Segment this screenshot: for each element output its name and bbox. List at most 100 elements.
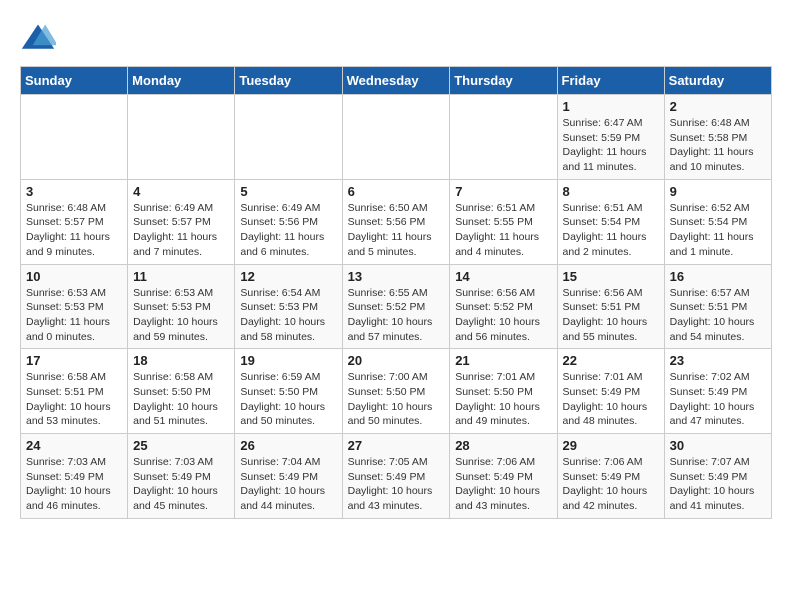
day-number: 3 [26,184,122,199]
weekday-header-friday: Friday [557,67,664,95]
day-info: Sunrise: 6:53 AM Sunset: 5:53 PM Dayligh… [133,286,229,345]
day-info: Sunrise: 6:58 AM Sunset: 5:50 PM Dayligh… [133,370,229,429]
week-row-1: 3Sunrise: 6:48 AM Sunset: 5:57 PM Daylig… [21,179,772,264]
day-info: Sunrise: 6:51 AM Sunset: 5:54 PM Dayligh… [563,201,659,260]
day-number: 28 [455,438,551,453]
day-cell: 19 Sunrise: 6:59 AM Sunset: 5:50 PM Dayli… [235,349,342,434]
day-info: Sunrise: 6:52 AM Sunset: 5:54 PM Dayligh… [670,201,766,260]
day-info: Sunrise: 6:59 AM Sunset: 5:50 PM Dayligh… [240,370,336,429]
week-row-0: 1 Sunrise: 6:47 AM Sunset: 5:59 PM Daylig… [21,95,772,180]
week-row-2: 10 Sunrise: 6:53 AM Sunset: 5:53 PM Dayli… [21,264,772,349]
logo [20,20,60,56]
day-info: Sunrise: 7:06 AM Sunset: 5:49 PM Dayligh… [455,455,551,514]
day-number: 26 [240,438,336,453]
day-info: Sunrise: 7:01 AM Sunset: 5:50 PM Dayligh… [455,370,551,429]
day-number: 24 [26,438,122,453]
day-number: 27 [348,438,445,453]
day-number: 22 [563,353,659,368]
day-cell: 10 Sunrise: 6:53 AM Sunset: 5:53 PM Dayli… [21,264,128,349]
day-number: 1 [563,99,659,114]
day-number: 10 [26,269,122,284]
day-info: Sunrise: 6:48 AM Sunset: 5:58 PM Dayligh… [670,116,766,175]
day-cell: 28 Sunrise: 7:06 AM Sunset: 5:49 PM Dayli… [450,434,557,519]
day-number: 7 [455,184,551,199]
day-info: Sunrise: 7:06 AM Sunset: 5:49 PM Dayligh… [563,455,659,514]
week-row-3: 17Sunrise: 6:58 AM Sunset: 5:51 PM Dayli… [21,349,772,434]
day-info: Sunrise: 7:05 AM Sunset: 5:49 PM Dayligh… [348,455,445,514]
day-number: 16 [670,269,766,284]
day-cell [342,95,450,180]
day-info: Sunrise: 7:03 AM Sunset: 5:49 PM Dayligh… [26,455,122,514]
day-cell: 23 Sunrise: 7:02 AM Sunset: 5:49 PM Dayli… [664,349,771,434]
weekday-header-wednesday: Wednesday [342,67,450,95]
day-info: Sunrise: 6:53 AM Sunset: 5:53 PM Dayligh… [26,286,122,345]
day-number: 19 [240,353,336,368]
day-cell: 7 Sunrise: 6:51 AM Sunset: 5:55 PM Daylig… [450,179,557,264]
day-cell [450,95,557,180]
day-info: Sunrise: 7:03 AM Sunset: 5:49 PM Dayligh… [133,455,229,514]
day-cell: 26 Sunrise: 7:04 AM Sunset: 5:49 PM Dayli… [235,434,342,519]
day-cell: 24 Sunrise: 7:03 AM Sunset: 5:49 PM Dayli… [21,434,128,519]
calendar-table: SundayMondayTuesdayWednesdayThursdayFrid… [20,66,772,519]
day-info: Sunrise: 6:54 AM Sunset: 5:53 PM Dayligh… [240,286,336,345]
day-cell: 16 Sunrise: 6:57 AM Sunset: 5:51 PM Dayli… [664,264,771,349]
weekday-row: SundayMondayTuesdayWednesdayThursdayFrid… [21,67,772,95]
day-cell [235,95,342,180]
day-number: 25 [133,438,229,453]
day-cell: 21 Sunrise: 7:01 AM Sunset: 5:50 PM Dayli… [450,349,557,434]
day-cell: 17Sunrise: 6:58 AM Sunset: 5:51 PM Dayli… [21,349,128,434]
day-cell: 20Sunrise: 7:00 AM Sunset: 5:50 PM Dayli… [342,349,450,434]
day-cell: 5 Sunrise: 6:49 AM Sunset: 5:56 PM Daylig… [235,179,342,264]
day-cell: 14 Sunrise: 6:56 AM Sunset: 5:52 PM Dayli… [450,264,557,349]
day-number: 4 [133,184,229,199]
weekday-header-monday: Monday [128,67,235,95]
day-info: Sunrise: 6:49 AM Sunset: 5:56 PM Dayligh… [240,201,336,260]
day-info: Sunrise: 6:49 AM Sunset: 5:57 PM Dayligh… [133,201,229,260]
day-info: Sunrise: 7:07 AM Sunset: 5:49 PM Dayligh… [670,455,766,514]
day-number: 2 [670,99,766,114]
calendar-header: SundayMondayTuesdayWednesdayThursdayFrid… [21,67,772,95]
day-cell: 25 Sunrise: 7:03 AM Sunset: 5:49 PM Dayli… [128,434,235,519]
day-info: Sunrise: 6:47 AM Sunset: 5:59 PM Dayligh… [563,116,659,175]
day-number: 29 [563,438,659,453]
day-cell: 22 Sunrise: 7:01 AM Sunset: 5:49 PM Dayli… [557,349,664,434]
day-number: 6 [348,184,445,199]
day-number: 11 [133,269,229,284]
day-cell: 30 Sunrise: 7:07 AM Sunset: 5:49 PM Dayli… [664,434,771,519]
day-cell: 29 Sunrise: 7:06 AM Sunset: 5:49 PM Dayli… [557,434,664,519]
day-cell: 18 Sunrise: 6:58 AM Sunset: 5:50 PM Dayli… [128,349,235,434]
day-number: 9 [670,184,766,199]
day-info: Sunrise: 6:56 AM Sunset: 5:51 PM Dayligh… [563,286,659,345]
day-info: Sunrise: 6:57 AM Sunset: 5:51 PM Dayligh… [670,286,766,345]
day-cell: 15 Sunrise: 6:56 AM Sunset: 5:51 PM Dayli… [557,264,664,349]
day-number: 15 [563,269,659,284]
day-cell: 12Sunrise: 6:54 AM Sunset: 5:53 PM Dayli… [235,264,342,349]
week-row-4: 24 Sunrise: 7:03 AM Sunset: 5:49 PM Dayli… [21,434,772,519]
day-info: Sunrise: 7:02 AM Sunset: 5:49 PM Dayligh… [670,370,766,429]
logo-icon [20,20,56,56]
day-cell: 11 Sunrise: 6:53 AM Sunset: 5:53 PM Dayli… [128,264,235,349]
day-cell: 6 Sunrise: 6:50 AM Sunset: 5:56 PM Daylig… [342,179,450,264]
day-number: 14 [455,269,551,284]
day-number: 30 [670,438,766,453]
day-number: 21 [455,353,551,368]
day-info: Sunrise: 6:55 AM Sunset: 5:52 PM Dayligh… [348,286,445,345]
day-number: 8 [563,184,659,199]
day-info: Sunrise: 6:50 AM Sunset: 5:56 PM Dayligh… [348,201,445,260]
day-info: Sunrise: 7:04 AM Sunset: 5:49 PM Dayligh… [240,455,336,514]
day-cell [21,95,128,180]
day-number: 23 [670,353,766,368]
day-number: 5 [240,184,336,199]
day-info: Sunrise: 6:51 AM Sunset: 5:55 PM Dayligh… [455,201,551,260]
day-info: Sunrise: 7:01 AM Sunset: 5:49 PM Dayligh… [563,370,659,429]
day-cell: 4 Sunrise: 6:49 AM Sunset: 5:57 PM Daylig… [128,179,235,264]
day-number: 17 [26,353,122,368]
day-cell: 2 Sunrise: 6:48 AM Sunset: 5:58 PM Daylig… [664,95,771,180]
day-cell [128,95,235,180]
calendar-body: 1 Sunrise: 6:47 AM Sunset: 5:59 PM Daylig… [21,95,772,519]
day-info: Sunrise: 6:56 AM Sunset: 5:52 PM Dayligh… [455,286,551,345]
weekday-header-saturday: Saturday [664,67,771,95]
day-number: 20 [348,353,445,368]
weekday-header-sunday: Sunday [21,67,128,95]
day-number: 18 [133,353,229,368]
